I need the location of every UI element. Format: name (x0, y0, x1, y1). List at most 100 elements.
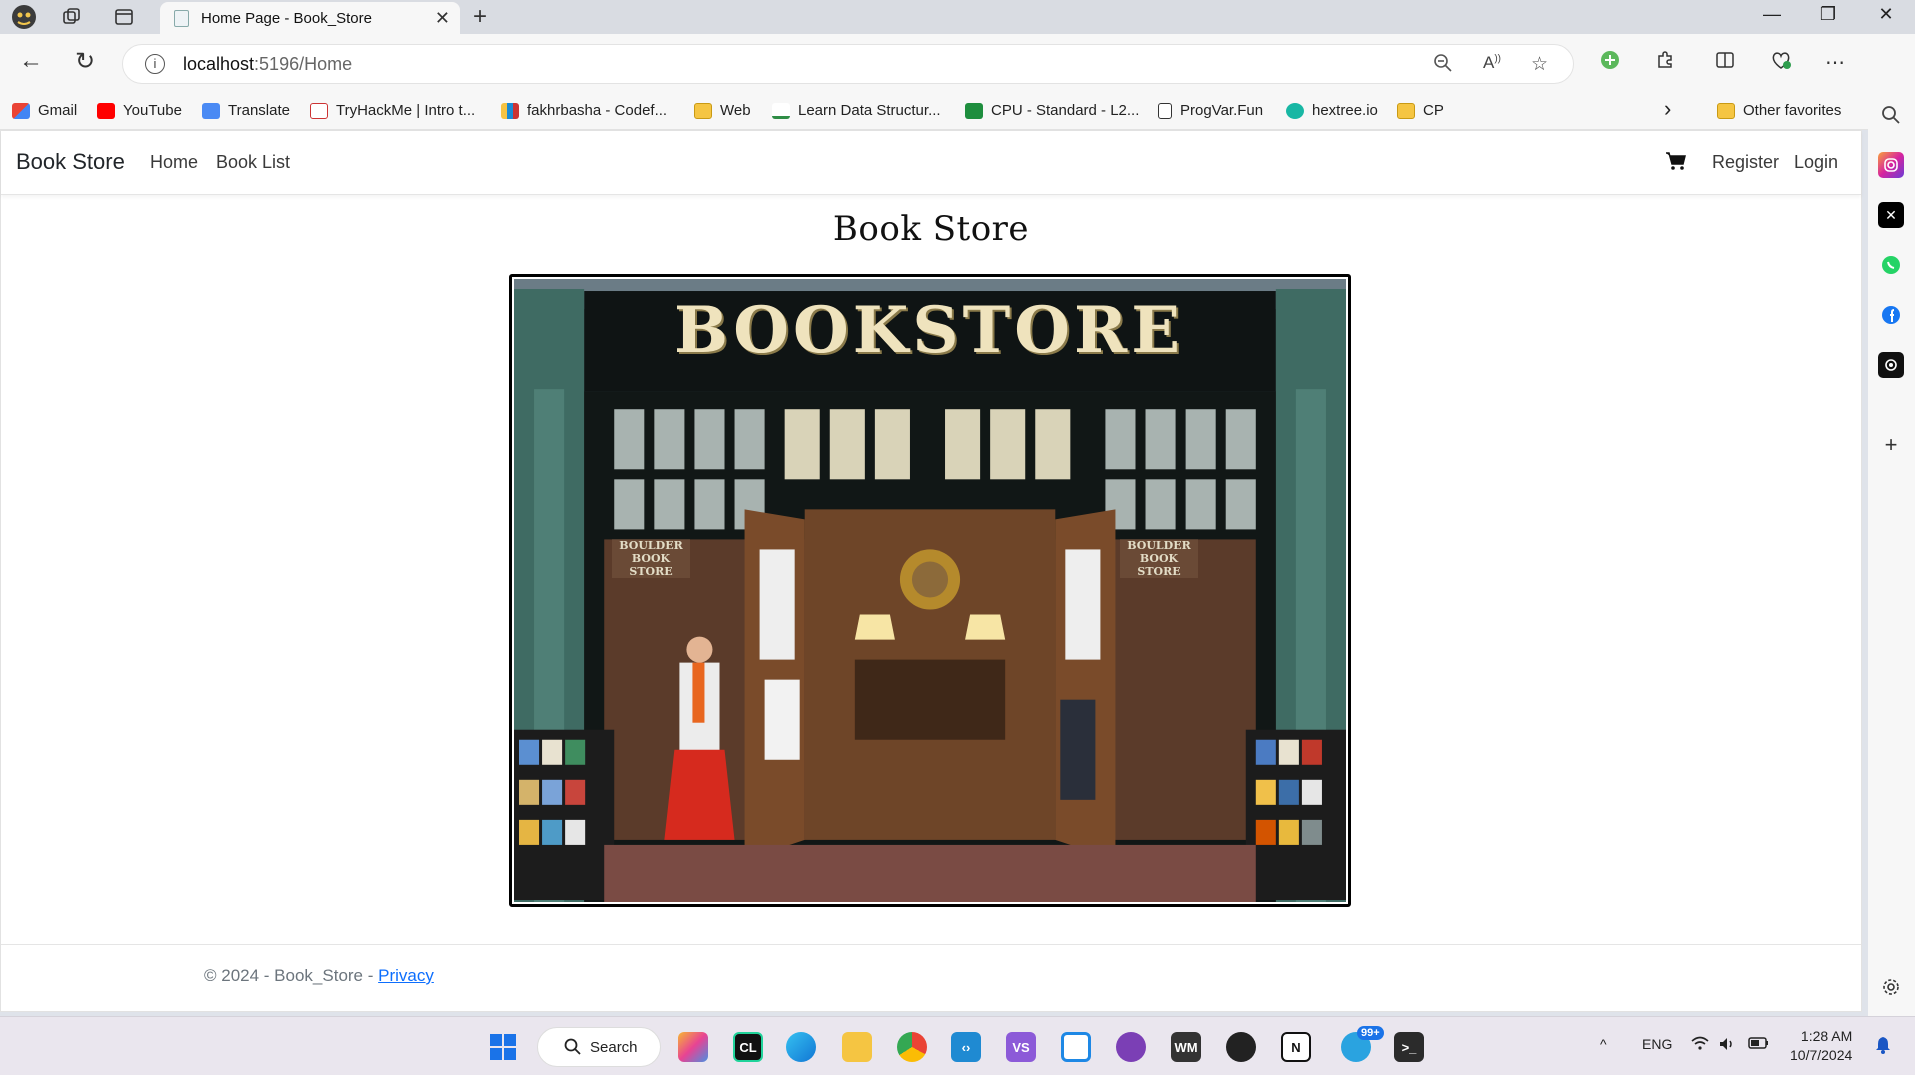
store-sign-text: BOOKSTORE (674, 293, 1184, 368)
notifications-bell-icon[interactable] (1875, 1036, 1891, 1057)
document-icon (1158, 102, 1172, 119)
taskbar-search[interactable]: Search (537, 1027, 661, 1067)
instagram-icon[interactable] (1878, 152, 1904, 178)
bookmark-translate[interactable]: Translate (202, 102, 290, 119)
folder-icon (694, 102, 712, 119)
bookmark-folder-cp[interactable]: CP (1397, 102, 1444, 119)
extension-green-icon[interactable] (1595, 50, 1625, 76)
battery-icon[interactable] (1748, 1036, 1770, 1053)
notion-icon[interactable]: N (1281, 1032, 1311, 1062)
zoom-icon[interactable] (1433, 53, 1453, 79)
copilot-taskbar-icon[interactable] (678, 1032, 708, 1062)
minimize-button[interactable]: — (1752, 4, 1792, 25)
bookmark-label: Gmail (38, 102, 78, 119)
tab-close-icon[interactable]: ✕ (435, 8, 450, 29)
extensions-puzzle-icon[interactable] (1650, 50, 1680, 76)
sidebar-settings-icon[interactable] (1878, 974, 1904, 1000)
tab-actions-icon[interactable] (110, 4, 138, 30)
nav-link-home[interactable]: Home (150, 152, 198, 173)
show-hidden-icons-chevron[interactable]: ^ (1600, 1036, 1607, 1052)
windows-taskbar: Search CL ‹› VS WM N 99+ >_ ^ ENG 1:28 A… (0, 1016, 1915, 1075)
edge-taskbar-icon[interactable] (786, 1032, 816, 1062)
ai-assistant-icon[interactable] (1226, 1032, 1256, 1062)
bookmark-label: Translate (228, 102, 290, 119)
clock-time: 1:28 AM (1800, 1028, 1853, 1044)
workspaces-icon[interactable] (58, 4, 86, 30)
bookmark-codeforces[interactable]: fakhrbasha - Codef... (501, 102, 667, 119)
bookmark-label: Learn Data Structur... (798, 102, 941, 119)
profile-avatar-icon[interactable] (10, 4, 38, 30)
cart-icon[interactable] (1665, 151, 1687, 177)
translate-icon (202, 102, 220, 119)
x-twitter-icon[interactable]: ✕ (1878, 202, 1904, 228)
back-button[interactable]: ← (14, 47, 48, 75)
facebook-icon[interactable] (1878, 302, 1904, 328)
telegram-icon[interactable]: 99+ (1341, 1026, 1384, 1062)
more-menu-icon[interactable]: ⋯ (1820, 50, 1850, 75)
site-footer: © 2024 - Book_Store - Privacy (1, 944, 1861, 1012)
restore-button[interactable]: ❐ (1808, 4, 1848, 25)
volume-icon[interactable] (1718, 1036, 1738, 1055)
page-title: Book Store (832, 209, 1030, 249)
other-favorites-label: Other favorites (1743, 102, 1842, 119)
webmethods-icon[interactable]: WM (1171, 1032, 1201, 1062)
url-path: :5196/Home (254, 54, 353, 74)
bookmark-hextree[interactable]: hextree.io (1286, 102, 1378, 119)
browser-toolbar: ← ↻ i localhost:5196/Home A)) ☆ ⋯ (0, 34, 1915, 94)
site-info-icon[interactable]: i (145, 54, 165, 74)
bookstore-image-frame: BOOKSTORE BOULDER BOOK STORE BOULDER BOO… (509, 274, 1351, 907)
bookmark-label: CP (1423, 102, 1444, 119)
favorites-bar: Gmail YouTube Translate TryHackMe | Intr… (0, 94, 1868, 130)
privacy-link[interactable]: Privacy (378, 966, 434, 985)
new-tab-button[interactable]: + (473, 3, 487, 31)
other-favorites[interactable]: Other favorites (1717, 102, 1841, 119)
sidebar-add-icon[interactable]: + (1878, 432, 1904, 458)
tab-home-page[interactable]: Home Page - Book_Store ✕ (160, 2, 460, 34)
bookmark-geeksforgeeks[interactable]: Learn Data Structur... (772, 102, 941, 119)
sidebar-search-icon[interactable] (1878, 102, 1904, 128)
start-windows-icon[interactable] (488, 1032, 518, 1062)
address-url[interactable]: localhost:5196/Home (183, 54, 352, 75)
web-page: Book Store Home Book List Register Login… (0, 130, 1862, 1012)
copyright-text: © 2024 - Book_Store - (204, 966, 379, 985)
whatsapp-icon[interactable] (1878, 252, 1904, 278)
site-navbar: Book Store Home Book List Register Login (1, 131, 1861, 195)
read-aloud-icon[interactable]: A)) (1483, 53, 1501, 73)
nav-link-register[interactable]: Register (1712, 152, 1779, 173)
navbar-brand[interactable]: Book Store (16, 149, 125, 175)
browser-essentials-icon[interactable] (1766, 50, 1796, 76)
address-bar[interactable]: i localhost:5196/Home A)) ☆ (122, 44, 1574, 84)
search-icon (564, 1038, 582, 1060)
vmware-icon[interactable] (1061, 1032, 1091, 1062)
github-desktop-icon[interactable] (1116, 1032, 1146, 1062)
bookmark-label: fakhrbasha - Codef... (527, 102, 668, 119)
nav-link-login[interactable]: Login (1794, 152, 1838, 173)
taskbar-clock[interactable]: 1:28 AM 10/7/2024 (1790, 1027, 1852, 1065)
bookmark-progvar[interactable]: ProgVar.Fun (1158, 102, 1263, 119)
reload-button[interactable]: ↻ (68, 47, 102, 76)
bookmark-folder-web[interactable]: Web (694, 102, 751, 119)
wifi-icon[interactable] (1690, 1036, 1710, 1055)
bookmark-youtube[interactable]: YouTube (97, 102, 182, 119)
terminal-icon[interactable]: >_ (1394, 1032, 1424, 1062)
bookmark-label: TryHackMe | Intro t... (336, 102, 476, 119)
nav-link-book-list[interactable]: Book List (216, 152, 290, 173)
vscode-icon[interactable]: ‹› (951, 1032, 981, 1062)
window-close-button[interactable]: ✕ (1866, 4, 1906, 25)
bookmark-label: ProgVar.Fun (1180, 102, 1264, 119)
browser-titlebar: Home Page - Book_Store ✕ + — ❐ ✕ (0, 0, 1915, 34)
file-explorer-icon[interactable] (842, 1032, 872, 1062)
taskbar-search-label: Search (590, 1038, 638, 1056)
bookmark-gmail[interactable]: Gmail (12, 102, 77, 119)
clock-date: 10/7/2024 (1790, 1047, 1853, 1063)
bookmark-cpu-standard[interactable]: CPU - Standard - L2... (965, 102, 1139, 119)
language-indicator[interactable]: ENG (1642, 1036, 1672, 1052)
clion-icon[interactable]: CL (733, 1032, 763, 1062)
bookmarks-more-chevron-icon[interactable]: › (1664, 96, 1671, 122)
chatgpt-icon[interactable] (1878, 352, 1904, 378)
favorite-star-icon[interactable]: ☆ (1531, 53, 1548, 76)
bookmark-tryhackme[interactable]: TryHackMe | Intro t... (310, 102, 475, 119)
chrome-icon[interactable] (897, 1032, 927, 1062)
split-screen-icon[interactable] (1710, 50, 1740, 76)
visual-studio-icon[interactable]: VS (1006, 1032, 1036, 1062)
